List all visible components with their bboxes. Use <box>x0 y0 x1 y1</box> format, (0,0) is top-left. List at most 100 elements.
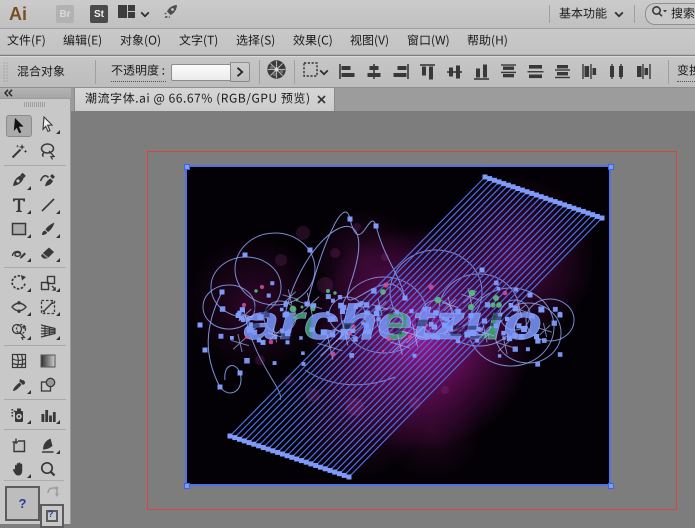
rocket-share-icon[interactable] <box>162 4 179 25</box>
fill-color-swatch[interactable]: ? <box>5 486 40 521</box>
eraser-tool[interactable] <box>35 243 61 263</box>
align-top-icon[interactable] <box>418 62 438 82</box>
eyedropper-tool[interactable] <box>6 375 32 395</box>
free-transform-tool[interactable] <box>35 297 61 317</box>
distribute-bottom-icon[interactable] <box>553 62 573 82</box>
close-icon[interactable] <box>317 91 326 109</box>
selection-anchor[interactable] <box>184 483 190 489</box>
distribute-center-h-icon[interactable] <box>607 62 627 82</box>
distribute-right-icon[interactable] <box>634 62 654 82</box>
tool-grid <box>0 115 70 483</box>
menu-item-label <box>120 33 162 51</box>
chevron-down-icon[interactable] <box>319 63 329 81</box>
menu-item-1[interactable] <box>55 29 112 54</box>
lasso-tool[interactable] <box>35 141 61 161</box>
swap-fill-stroke-icon[interactable] <box>46 486 60 504</box>
menu-item-0[interactable] <box>0 29 55 54</box>
stroke-color-swatch[interactable]: ? <box>40 504 64 528</box>
stroke-indicator: ? <box>48 509 54 519</box>
chevron-down-icon <box>140 5 150 23</box>
line-segment-tool[interactable] <box>35 195 61 215</box>
selection-tool[interactable] <box>6 115 32 137</box>
scale-tool[interactable] <box>35 273 61 293</box>
align-left-icon[interactable] <box>337 62 357 82</box>
selected-artwork[interactable]: archetzuo <box>185 165 611 486</box>
search-icon <box>651 5 668 23</box>
artboard-tool[interactable] <box>6 435 32 455</box>
selection-anchor[interactable] <box>184 164 190 170</box>
align-to-selection-icon[interactable] <box>302 61 319 83</box>
column-graph-tool[interactable] <box>35 405 61 425</box>
control-bar <box>0 56 695 88</box>
zoom-tool[interactable] <box>35 459 61 479</box>
menu-item-label <box>179 33 219 51</box>
distribute-top-icon[interactable] <box>499 62 519 82</box>
menu-item-label <box>236 33 276 51</box>
separator <box>4 345 66 346</box>
rectangle-tool[interactable] <box>6 219 32 239</box>
panel-grip[interactable] <box>3 62 8 82</box>
perspective-grid-tool[interactable] <box>35 321 61 341</box>
selection-anchor[interactable] <box>608 483 614 489</box>
shaper-tool[interactable] <box>6 243 32 263</box>
shape-builder-tool[interactable] <box>6 321 32 341</box>
workspace-switcher[interactable] <box>550 0 634 28</box>
illustrator-logo: Ai <box>9 4 27 25</box>
distribute-left-icon[interactable] <box>580 62 600 82</box>
magic-wand-tool[interactable] <box>6 141 32 161</box>
selection-anchor[interactable] <box>608 164 614 170</box>
transform-panel-link[interactable] <box>677 62 695 82</box>
chevron-down-icon <box>614 5 624 23</box>
workspace-label <box>559 5 607 23</box>
distribute-center-v-icon[interactable] <box>526 62 546 82</box>
blend-tool[interactable] <box>35 375 61 395</box>
tools-panel-header <box>0 88 71 99</box>
separator <box>668 60 669 84</box>
symbol-sprayer-tool[interactable] <box>6 405 32 425</box>
direct-selection-tool[interactable] <box>35 115 61 135</box>
align-center-h-icon[interactable] <box>364 62 384 82</box>
paintbrush-tool[interactable] <box>35 219 61 239</box>
application-bar: Ai Br St <box>0 0 695 29</box>
arrange-documents-icon[interactable] <box>118 4 140 25</box>
menu-bar <box>0 29 695 55</box>
menu-item-label <box>407 33 450 51</box>
document-tab-title <box>85 91 311 109</box>
search-placeholder <box>671 5 695 23</box>
rotate-tool[interactable] <box>6 273 32 293</box>
menu-item-3[interactable] <box>171 29 228 54</box>
document-tab-strip <box>0 88 695 111</box>
separator <box>634 5 635 23</box>
opacity-input[interactable] <box>171 64 230 81</box>
recolor-artwork-icon[interactable] <box>266 59 287 85</box>
stock-icon[interactable]: St <box>90 5 108 23</box>
gradient-tool[interactable] <box>35 351 61 371</box>
align-center-v-icon[interactable] <box>445 62 465 82</box>
type-tool[interactable] <box>6 195 32 215</box>
menu-item-5[interactable] <box>285 29 342 54</box>
hand-tool[interactable] <box>6 459 32 479</box>
opacity-dropdown-button[interactable] <box>230 62 250 82</box>
separator <box>259 60 260 84</box>
bridge-icon[interactable]: Br <box>56 5 74 23</box>
document-tab[interactable] <box>74 88 335 111</box>
menu-item-8[interactable] <box>459 29 517 54</box>
menu-item-7[interactable] <box>399 29 459 54</box>
menu-item-label <box>63 33 103 51</box>
document-canvas[interactable]: archetzuo <box>71 111 695 524</box>
search-input[interactable] <box>645 3 695 25</box>
mesh-tool[interactable] <box>6 351 32 371</box>
align-right-icon[interactable] <box>391 62 411 82</box>
slice-tool[interactable] <box>35 435 61 455</box>
panel-grip[interactable] <box>24 102 46 107</box>
opacity-label[interactable] <box>111 62 166 82</box>
menu-item-2[interactable] <box>112 29 171 54</box>
menu-item-4[interactable] <box>228 29 285 54</box>
menu-item-6[interactable] <box>342 29 399 54</box>
width-tool[interactable] <box>6 297 32 317</box>
align-bottom-icon[interactable] <box>472 62 492 82</box>
curvature-tool[interactable] <box>35 171 61 191</box>
menu-item-label <box>350 33 390 51</box>
pen-tool[interactable] <box>6 171 32 191</box>
selection-context-label <box>17 63 65 81</box>
